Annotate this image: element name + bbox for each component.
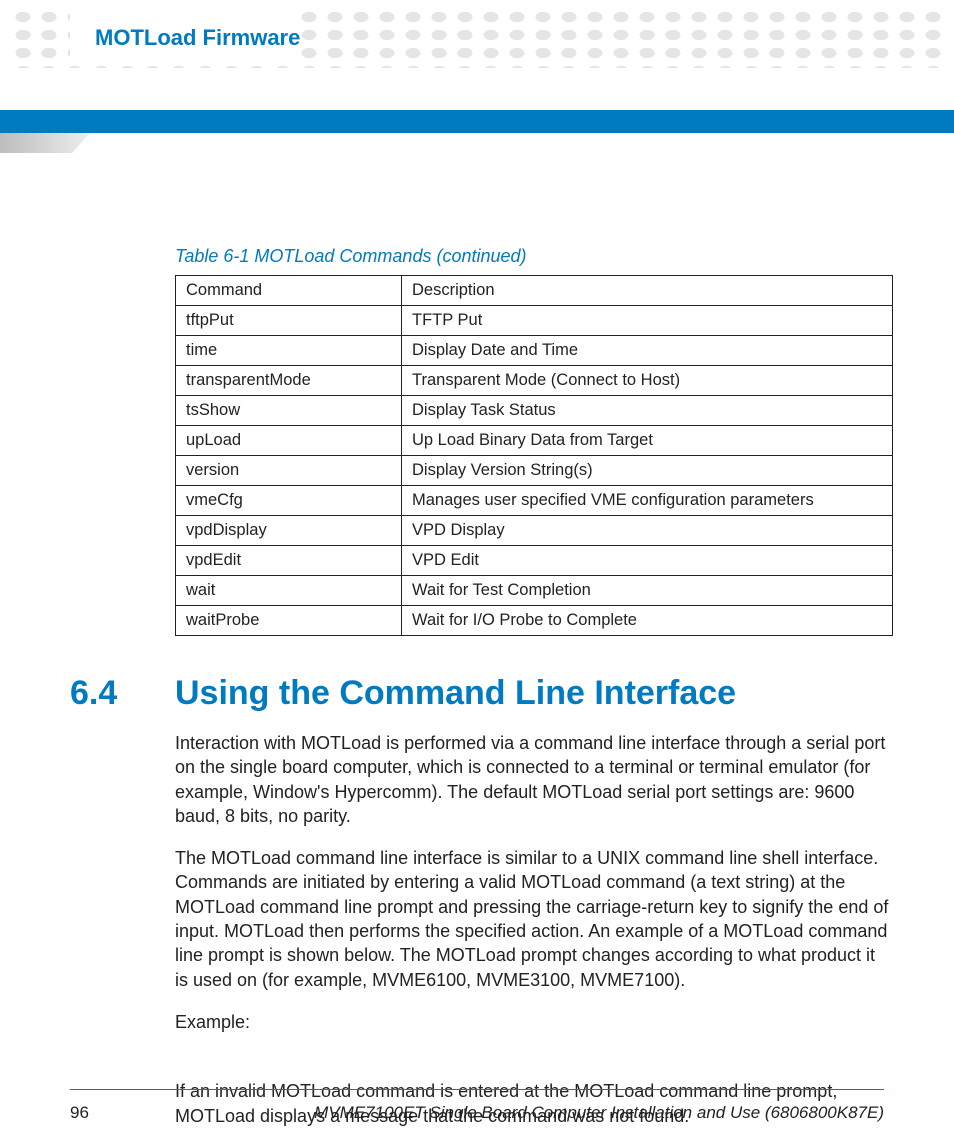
table-row: timeDisplay Date and Time	[176, 336, 893, 366]
table-cell: vpdEdit	[176, 546, 402, 576]
commands-table: CommandDescriptiontftpPutTFTP PuttimeDis…	[175, 275, 893, 636]
table-caption: Table 6-1 MOTLoad Commands (continued)	[175, 246, 884, 267]
page-header-title: MOTLoad Firmware	[70, 0, 300, 61]
paragraph-1: Interaction with MOTLoad is performed vi…	[175, 731, 893, 828]
table-cell: Transparent Mode (Connect to Host)	[402, 366, 893, 396]
table-cell: time	[176, 336, 402, 366]
table-cell: vpdDisplay	[176, 516, 402, 546]
page-number: 96	[70, 1103, 89, 1123]
table-row: waitWait for Test Completion	[176, 576, 893, 606]
table-cell: transparentMode	[176, 366, 402, 396]
table-row: tsShowDisplay Task Status	[176, 396, 893, 426]
table-row: vpdEditVPD Edit	[176, 546, 893, 576]
table-row: versionDisplay Version String(s)	[176, 456, 893, 486]
table-cell: VPD Edit	[402, 546, 893, 576]
table-row: vmeCfgManages user specified VME configu…	[176, 486, 893, 516]
table-cell: vmeCfg	[176, 486, 402, 516]
example-label: Example:	[175, 1010, 893, 1034]
table-cell: TFTP Put	[402, 306, 893, 336]
table-cell: Display Task Status	[402, 396, 893, 426]
table-header-cell: Description	[402, 276, 893, 306]
table-header-cell: Command	[176, 276, 402, 306]
table-cell: Wait for Test Completion	[402, 576, 893, 606]
footer-text: MVME7100ET Single Board Computer Install…	[314, 1103, 884, 1123]
table-cell: VPD Display	[402, 516, 893, 546]
table-cell: Wait for I/O Probe to Complete	[402, 606, 893, 636]
header-blue-bar	[0, 110, 954, 133]
table-cell: version	[176, 456, 402, 486]
table-cell: Display Version String(s)	[402, 456, 893, 486]
table-cell: waitProbe	[176, 606, 402, 636]
table-row: waitProbeWait for I/O Probe to Complete	[176, 606, 893, 636]
table-cell: wait	[176, 576, 402, 606]
section-title: Using the Command Line Interface	[175, 674, 736, 713]
footer-divider	[70, 1089, 884, 1090]
table-row: upLoadUp Load Binary Data from Target	[176, 426, 893, 456]
section-number: 6.4	[70, 674, 175, 713]
table-cell: tftpPut	[176, 306, 402, 336]
table-cell: Manages user specified VME configuration…	[402, 486, 893, 516]
table-cell: Display Date and Time	[402, 336, 893, 366]
paragraph-2: The MOTLoad command line interface is si…	[175, 846, 893, 992]
table-row: vpdDisplayVPD Display	[176, 516, 893, 546]
table-cell: upLoad	[176, 426, 402, 456]
table-row: tftpPutTFTP Put	[176, 306, 893, 336]
table-cell: tsShow	[176, 396, 402, 426]
table-row: transparentModeTransparent Mode (Connect…	[176, 366, 893, 396]
table-cell: Up Load Binary Data from Target	[402, 426, 893, 456]
